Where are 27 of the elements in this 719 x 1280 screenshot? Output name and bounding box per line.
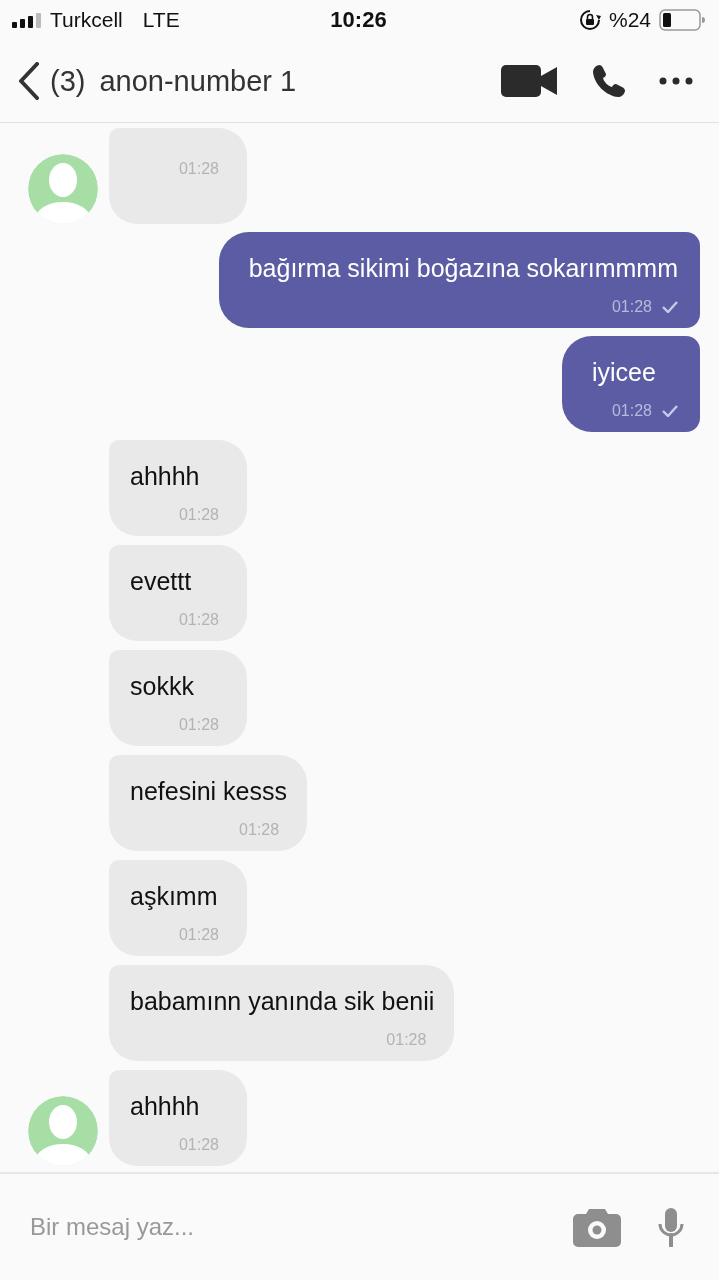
message-text: iyicee <box>592 358 657 387</box>
back-icon[interactable] <box>18 62 40 100</box>
message-text: aşkımm <box>130 882 219 911</box>
signal-icon <box>12 12 42 28</box>
more-icon[interactable] <box>659 77 693 85</box>
battery-percent: %24 <box>608 8 651 32</box>
message-text: ahhhh <box>130 1092 201 1121</box>
message-time: 01:28 <box>611 298 652 316</box>
chat-title: anon-number 1 <box>99 64 297 98</box>
message-text: babamınn yanında sik benii <box>130 987 435 1016</box>
clock: 10:26 <box>330 7 387 33</box>
message-text: sokkk <box>130 672 195 701</box>
unread-count: (3) <box>50 64 86 98</box>
phone-icon[interactable] <box>591 63 627 99</box>
message-text: ahhhh <box>130 462 201 491</box>
network-type: LTE <box>142 8 180 32</box>
battery-icon <box>659 9 705 31</box>
message-input[interactable]: Bir mesaj yaz... <box>28 1212 537 1242</box>
video-call-icon[interactable] <box>501 64 559 98</box>
carrier-name: Turkcell <box>50 8 123 32</box>
message-text: bağırma sikimi boğazına sokarımmmm <box>248 254 678 283</box>
message-text: nefesini kesss <box>130 777 288 806</box>
message-text: evettt <box>130 567 193 596</box>
orientation-lock-icon <box>578 9 601 31</box>
message-time: 01:28 <box>611 402 652 420</box>
camera-icon[interactable] <box>573 1207 621 1247</box>
microphone-icon[interactable] <box>657 1207 685 1247</box>
